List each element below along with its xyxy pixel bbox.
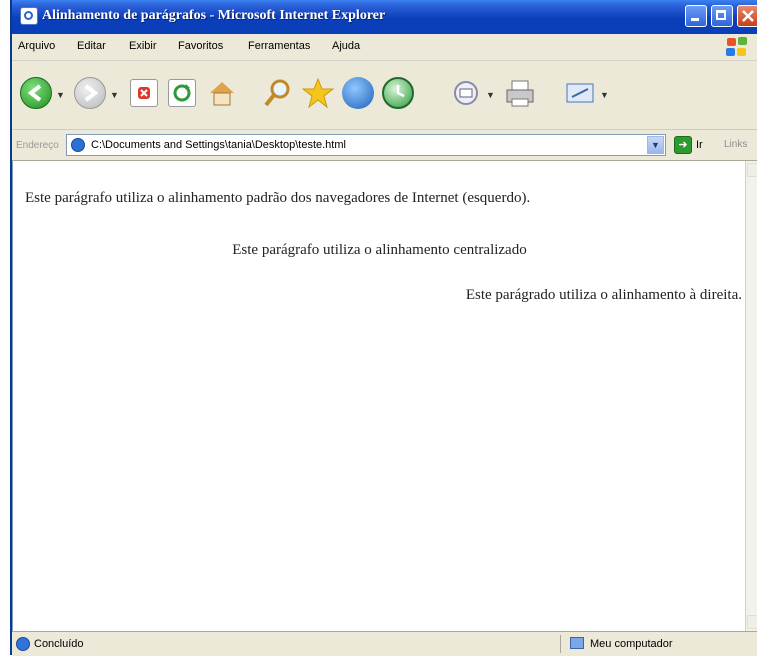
vertical-scrollbar[interactable] (745, 161, 757, 631)
page-icon (71, 138, 85, 152)
go-arrow-icon[interactable]: ➜ (674, 136, 692, 154)
close-icon (742, 10, 754, 22)
paragraph-right: Este parágrado utiliza o alinhamento à d… (465, 287, 742, 303)
home-icon[interactable] (206, 77, 238, 109)
scroll-down-button[interactable] (747, 615, 757, 629)
page-content: Este parágrafo utiliza o alinhamento pad… (12, 161, 746, 631)
menu-bar: Arquivo Editar Exibir Favoritos Ferramen… (12, 34, 757, 61)
ie-icon (20, 7, 38, 25)
mail-dropdown-icon[interactable]: ▼ (486, 90, 495, 100)
status-divider (560, 635, 561, 653)
links-button[interactable]: Links (724, 139, 747, 150)
edit-dropdown-icon[interactable]: ▼ (600, 90, 609, 100)
windows-logo-icon (726, 36, 750, 58)
forward-icon[interactable] (74, 77, 106, 109)
refresh-icon[interactable] (168, 79, 196, 107)
menu-ferramentas[interactable]: Ferramentas (248, 40, 310, 52)
minimize-button[interactable] (685, 5, 707, 27)
print-icon[interactable] (504, 77, 536, 109)
back-dropdown-icon[interactable]: ▼ (56, 90, 65, 100)
menu-exibir[interactable]: Exibir (129, 40, 157, 52)
menu-ajuda[interactable]: Ajuda (332, 40, 360, 52)
status-bar: Concluído Meu computador (12, 631, 757, 656)
address-label: Endereço (16, 140, 59, 151)
go-button[interactable]: Ir (696, 139, 703, 151)
minimize-icon (691, 18, 699, 21)
paragraph-center: Este parágrafo utiliza o alinhamento cen… (232, 242, 527, 258)
computer-zone-icon (570, 637, 584, 649)
menu-favoritos[interactable]: Favoritos (178, 40, 223, 52)
status-page-icon (16, 637, 30, 651)
zone-text: Meu computador (590, 638, 673, 650)
address-value[interactable]: C:\Documents and Settings\tania\Desktop\… (91, 139, 346, 151)
menu-arquivo[interactable]: Arquivo (18, 40, 55, 52)
media-icon[interactable] (342, 77, 374, 109)
search-icon[interactable] (262, 77, 294, 109)
edit-icon[interactable] (564, 77, 596, 109)
maximize-button[interactable] (711, 5, 733, 27)
forward-dropdown-icon[interactable]: ▼ (110, 90, 119, 100)
title-bar[interactable]: Alinhamento de parágrafos - Microsoft In… (12, 0, 757, 35)
window-title: Alinhamento de parágrafos - Microsoft In… (42, 8, 386, 23)
close-button[interactable] (737, 5, 757, 27)
menu-editar[interactable]: Editar (77, 40, 106, 52)
toolbar: ▼ ▼ ▼ ▼ (12, 61, 757, 130)
address-input[interactable]: C:\Documents and Settings\tania\Desktop\… (66, 134, 666, 156)
stop-icon[interactable] (130, 79, 158, 107)
maximize-icon (716, 10, 726, 20)
back-icon[interactable] (20, 77, 52, 109)
address-dropdown-icon[interactable]: ▼ (647, 136, 664, 154)
address-bar: Endereço C:\Documents and Settings\tania… (12, 130, 757, 161)
scroll-up-button[interactable] (747, 163, 757, 177)
favorites-icon[interactable] (301, 77, 335, 109)
status-text: Concluído (34, 638, 84, 650)
mail-icon[interactable] (452, 77, 484, 109)
browser-window: Alinhamento de parágrafos - Microsoft In… (10, 0, 757, 656)
history-icon[interactable] (382, 77, 414, 109)
paragraph-left: Este parágrafo utiliza o alinhamento pad… (25, 190, 531, 206)
